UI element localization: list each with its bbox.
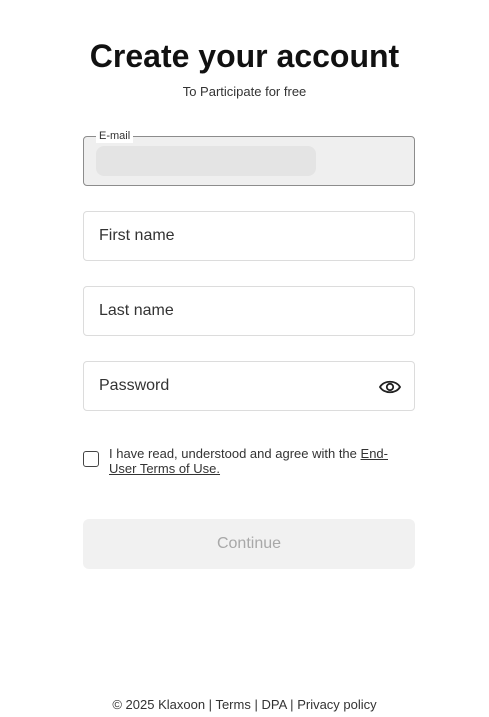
last-name-input[interactable]	[84, 287, 414, 335]
email-field[interactable]: E-mail	[83, 129, 415, 186]
eye-icon[interactable]	[378, 376, 402, 398]
terms-agreement: I have read, understood and agree with t…	[83, 446, 415, 482]
page-title: Create your account	[89, 38, 400, 74]
footer-dpa-link[interactable]: DPA	[261, 697, 286, 712]
footer-separator: |	[290, 697, 294, 712]
footer-separator: |	[254, 697, 258, 712]
first-name-input[interactable]	[84, 212, 414, 260]
terms-checkbox[interactable]	[83, 451, 99, 467]
footer-terms-link[interactable]: Terms	[215, 697, 250, 712]
footer: © 2025 Klaxoon | Terms | DPA | Privacy p…	[0, 697, 489, 712]
terms-text: I have read, understood and agree with t…	[109, 446, 399, 476]
footer-copyright: © 2025 Klaxoon	[112, 697, 206, 712]
footer-privacy-link[interactable]: Privacy policy	[297, 697, 376, 712]
continue-button[interactable]: Continue	[83, 519, 415, 569]
email-label: E-mail	[96, 129, 134, 143]
first-name-field[interactable]	[83, 211, 415, 261]
last-name-field[interactable]	[83, 286, 415, 336]
password-input[interactable]	[84, 362, 414, 410]
password-field[interactable]	[83, 361, 415, 411]
footer-separator: |	[208, 697, 213, 712]
email-autofill-value[interactable]	[96, 146, 316, 176]
page-subtitle: To Participate for free	[182, 84, 307, 99]
terms-text-before: I have read, understood and agree with t…	[109, 446, 357, 461]
